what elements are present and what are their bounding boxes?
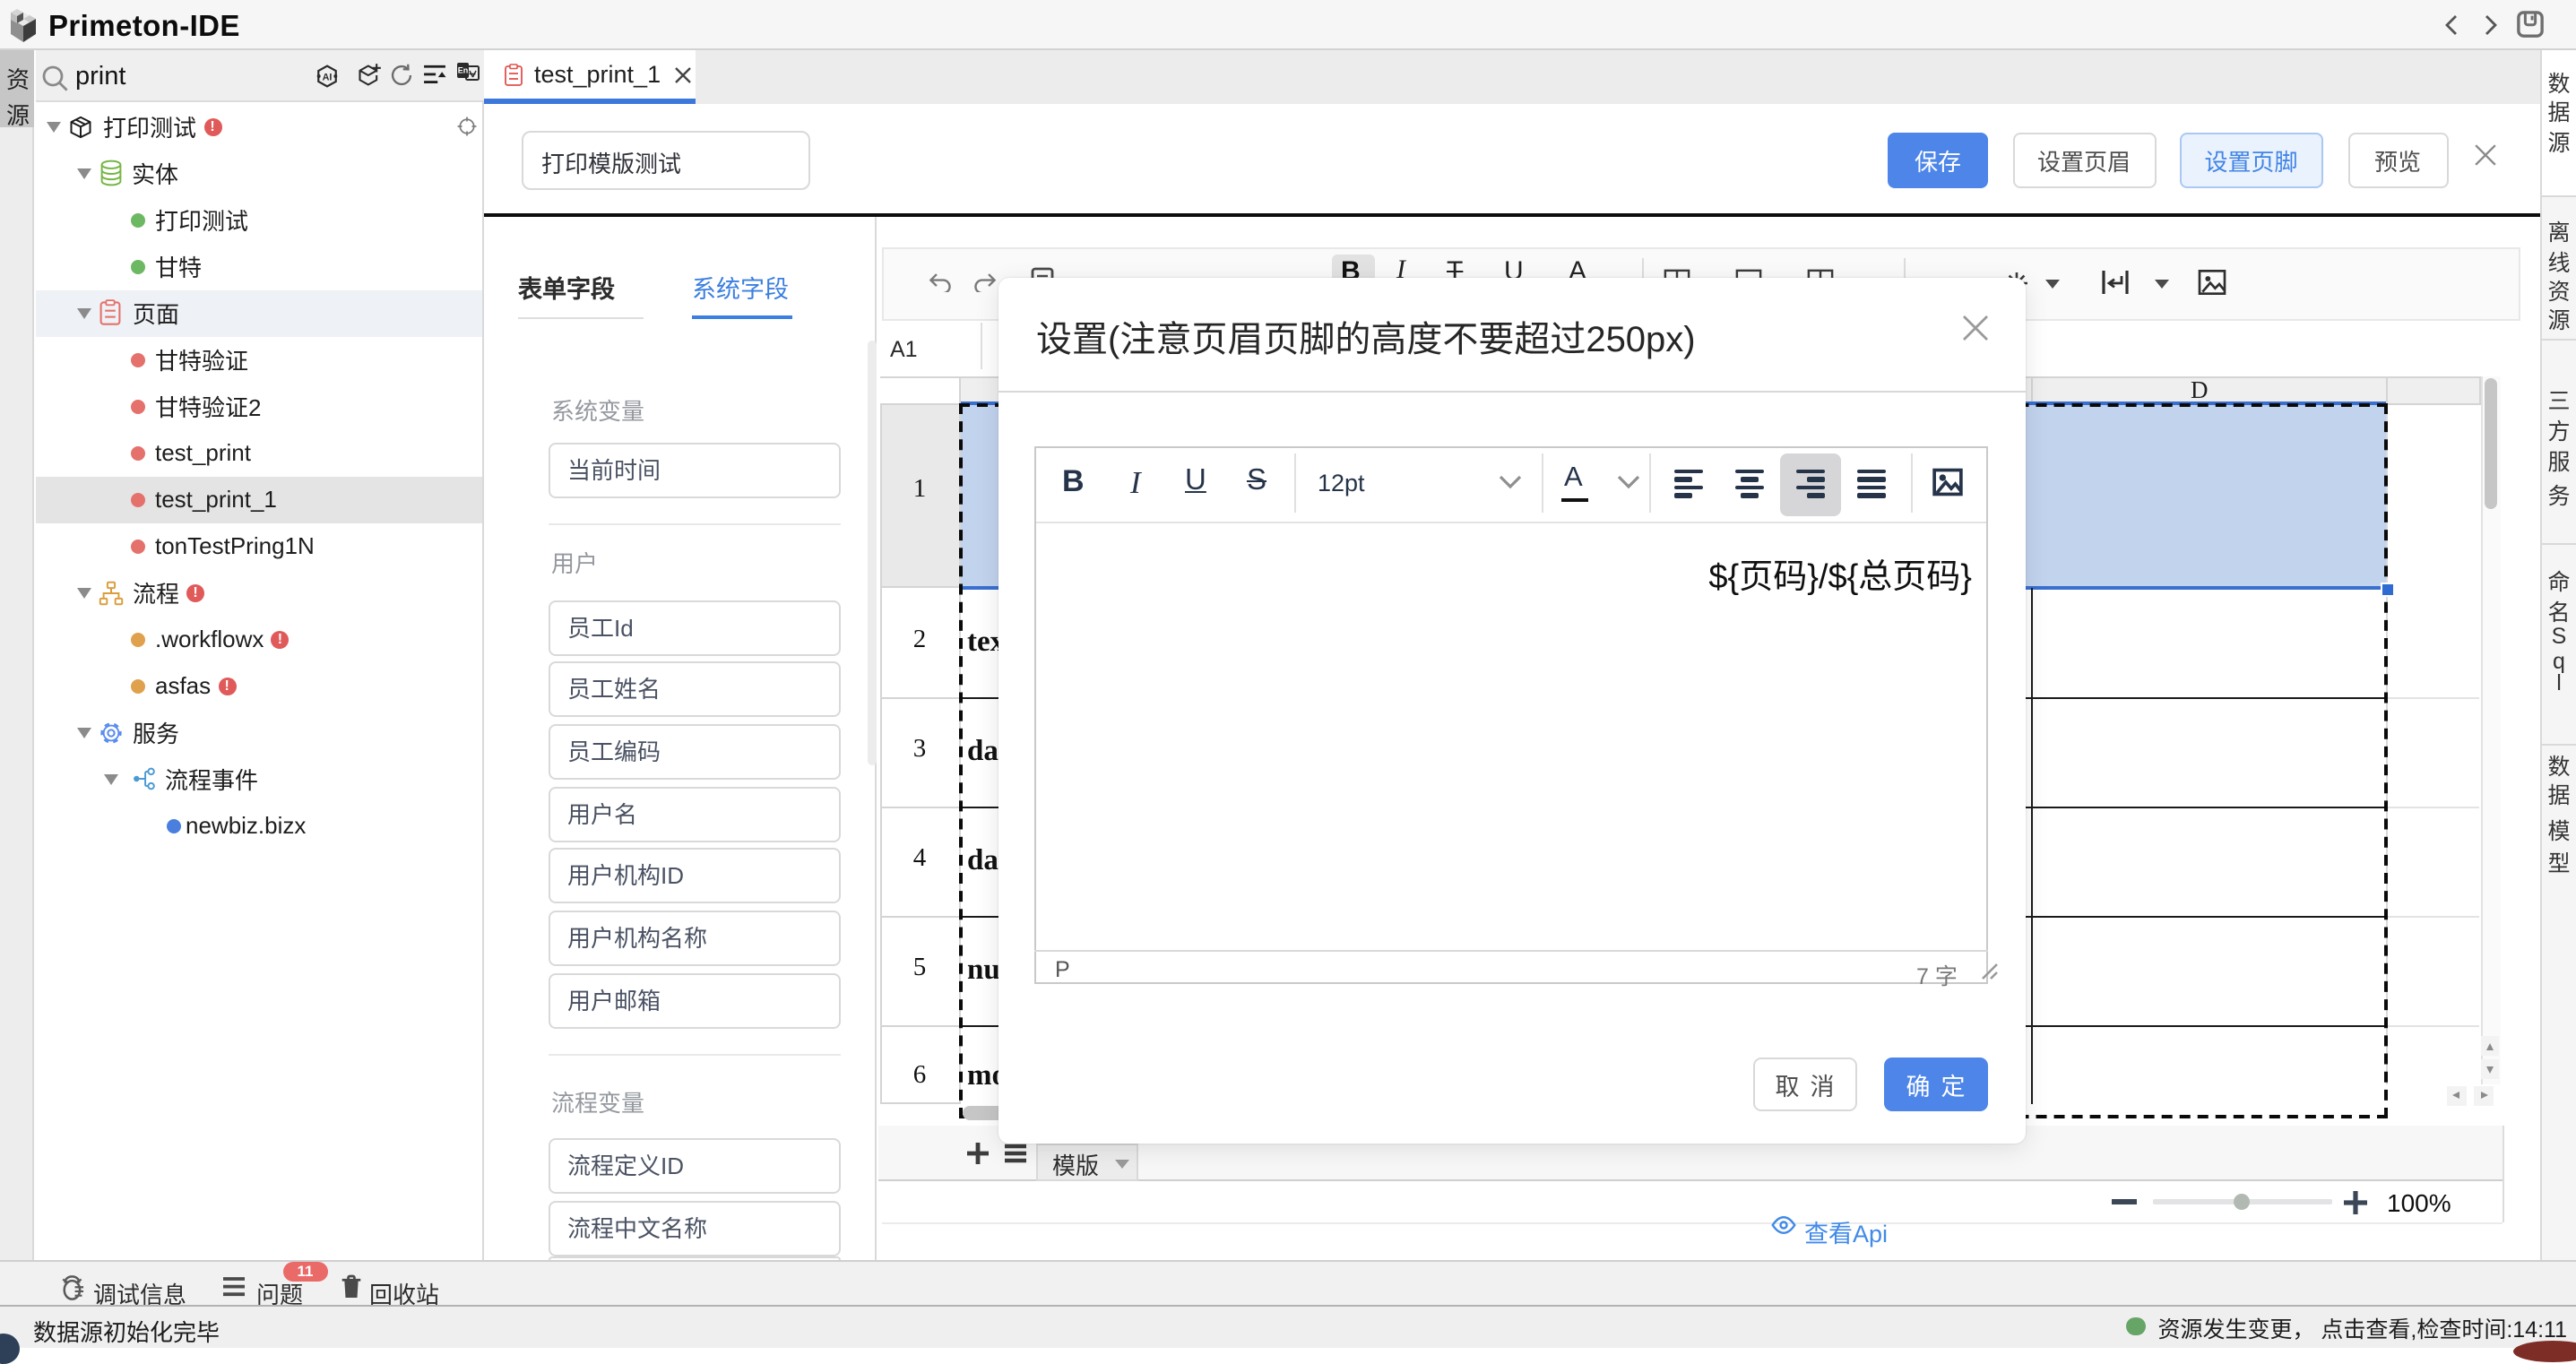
svg-text:AI: AI — [323, 71, 333, 82]
svg-text:En: En — [458, 66, 469, 75]
